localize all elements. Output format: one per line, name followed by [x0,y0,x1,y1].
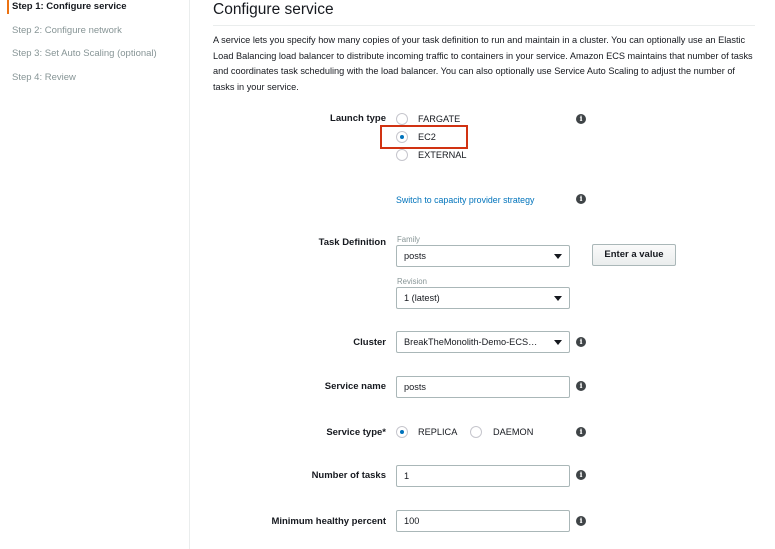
wizard-sidebar: Step 1: Configure service Step 2: Config… [0,0,190,549]
launch-type-external-label[interactable]: EXTERNAL [418,150,467,160]
info-icon[interactable]: i [576,194,586,204]
sidebar-step-1[interactable]: Step 1: Configure service [12,1,127,12]
service-type-label: Service type* [326,427,386,438]
revision-select-value: 1 (latest) [404,293,440,303]
min-healthy-percent-label: Minimum healthy percent [271,516,386,527]
capacity-provider-link[interactable]: Switch to capacity provider strategy [396,195,534,205]
info-icon[interactable]: i [576,516,586,526]
number-of-tasks-label: Number of tasks [311,470,386,481]
service-type-replica-label[interactable]: REPLICA [418,427,457,437]
info-icon[interactable]: i [576,427,586,437]
page-description: A service lets you specify how many copi… [213,35,753,92]
service-type-daemon-label[interactable]: DAEMON [493,427,533,437]
cluster-select-value: BreakTheMonolith-Demo-ECS… [404,337,538,347]
info-icon[interactable]: i [576,470,586,480]
sidebar-step-4[interactable]: Step 4: Review [12,72,76,83]
info-icon[interactable]: i [576,114,586,124]
family-select-value: posts [404,251,426,261]
page-title: Configure service [213,1,334,18]
launch-type-fargate-label[interactable]: FARGATE [418,114,460,124]
family-label: Family [397,235,420,244]
chevron-down-icon [554,254,562,259]
min-healthy-percent-input[interactable]: 100 [396,510,570,532]
info-icon[interactable]: i [576,381,586,391]
service-name-input[interactable]: posts [396,376,570,398]
task-definition-label: Task Definition [318,237,386,248]
active-step-indicator [7,0,9,14]
cluster-select[interactable]: BreakTheMonolith-Demo-ECS… [396,331,570,353]
launch-type-external-radio[interactable] [396,149,408,161]
chevron-down-icon [554,296,562,301]
revision-label: Revision [397,277,427,286]
enter-a-value-button[interactable]: Enter a value [592,244,676,266]
number-of-tasks-input[interactable]: 1 [396,465,570,487]
revision-select[interactable]: 1 (latest) [396,287,570,309]
service-name-label: Service name [324,381,386,392]
title-divider [213,25,755,26]
chevron-down-icon [554,340,562,345]
info-icon[interactable]: i [576,337,586,347]
service-type-replica-radio[interactable] [396,426,408,438]
service-type-daemon-radio[interactable] [470,426,482,438]
launch-type-label: Launch type [330,113,386,124]
cluster-label: Cluster [353,337,386,348]
sidebar-step-3[interactable]: Step 3: Set Auto Scaling (optional) [12,48,157,59]
ec2-highlight-box [380,125,468,149]
launch-type-fargate-radio[interactable] [396,113,408,125]
sidebar-step-2[interactable]: Step 2: Configure network [12,25,122,36]
family-select[interactable]: posts [396,245,570,267]
